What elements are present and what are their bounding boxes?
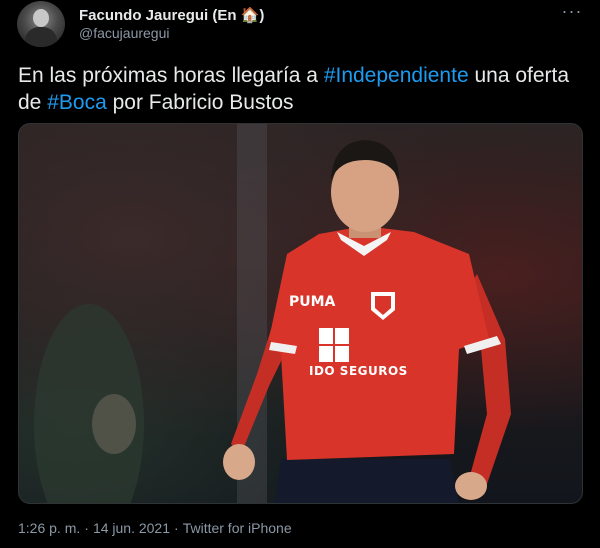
tweet-card: Facundo Jauregui (En 🏠) @facujauregui ··… xyxy=(0,0,600,548)
tweet-photo[interactable]: PUMA IDO SEGUROS xyxy=(18,123,583,504)
avatar-body xyxy=(25,27,57,47)
hashtag-boca[interactable]: #Boca xyxy=(47,91,107,114)
tweet-text: En las próximas horas llegaría a #Indepe… xyxy=(18,62,578,116)
avatar-head xyxy=(33,9,49,27)
tweet-text-part3: por Fabricio Bustos xyxy=(106,91,294,114)
tweet-metadata: 1:26 p. m. · 14 jun. 2021 · Twitter for iPho… xyxy=(18,520,292,536)
jersey-sponsor-text: IDO SEGUROS xyxy=(309,364,408,378)
separator: · xyxy=(174,520,179,536)
separator: · xyxy=(84,520,89,536)
svg-text:PUMA: PUMA xyxy=(289,294,336,310)
author-name[interactable]: Facundo Jauregui (En 🏠) xyxy=(79,6,264,24)
more-dots-icon[interactable]: ··· xyxy=(560,2,584,24)
tweet-source[interactable]: Twitter for iPhone xyxy=(183,520,292,536)
author-avatar[interactable] xyxy=(17,1,65,47)
author-handle[interactable]: @facujauregui xyxy=(79,25,170,41)
tweet-text-part1: En las próximas horas llegaría a xyxy=(18,64,324,87)
hashtag-independiente[interactable]: #Independiente xyxy=(324,64,469,87)
player-photo-illustration: PUMA xyxy=(34,124,511,503)
timestamp-date[interactable]: 14 jun. 2021 xyxy=(93,520,170,536)
timestamp-time[interactable]: 1:26 p. m. xyxy=(18,520,80,536)
